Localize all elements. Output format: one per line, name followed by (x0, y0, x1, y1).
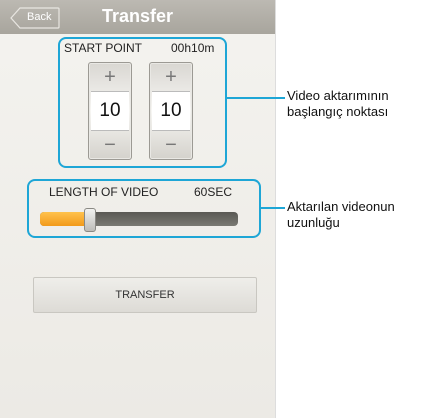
page-title: Transfer (101, 6, 174, 26)
transfer-button[interactable]: TRANSFER (33, 277, 257, 313)
length-callout-line2: uzunluğu (287, 215, 340, 230)
start-point-highlight (58, 37, 227, 168)
start-point-callout: Video aktarımının başlangıç noktası (287, 88, 389, 120)
length-leader-line (259, 207, 285, 209)
title-bar: Back Transfer (0, 0, 275, 34)
video-length-highlight (27, 179, 261, 238)
length-callout-line1: Aktarılan videonun (287, 199, 395, 214)
start-point-callout-line1: Video aktarımının (287, 88, 389, 103)
start-point-leader-line (225, 97, 285, 99)
length-callout: Aktarılan videonun uzunluğu (287, 199, 395, 231)
start-point-callout-line2: başlangıç noktası (287, 104, 389, 119)
